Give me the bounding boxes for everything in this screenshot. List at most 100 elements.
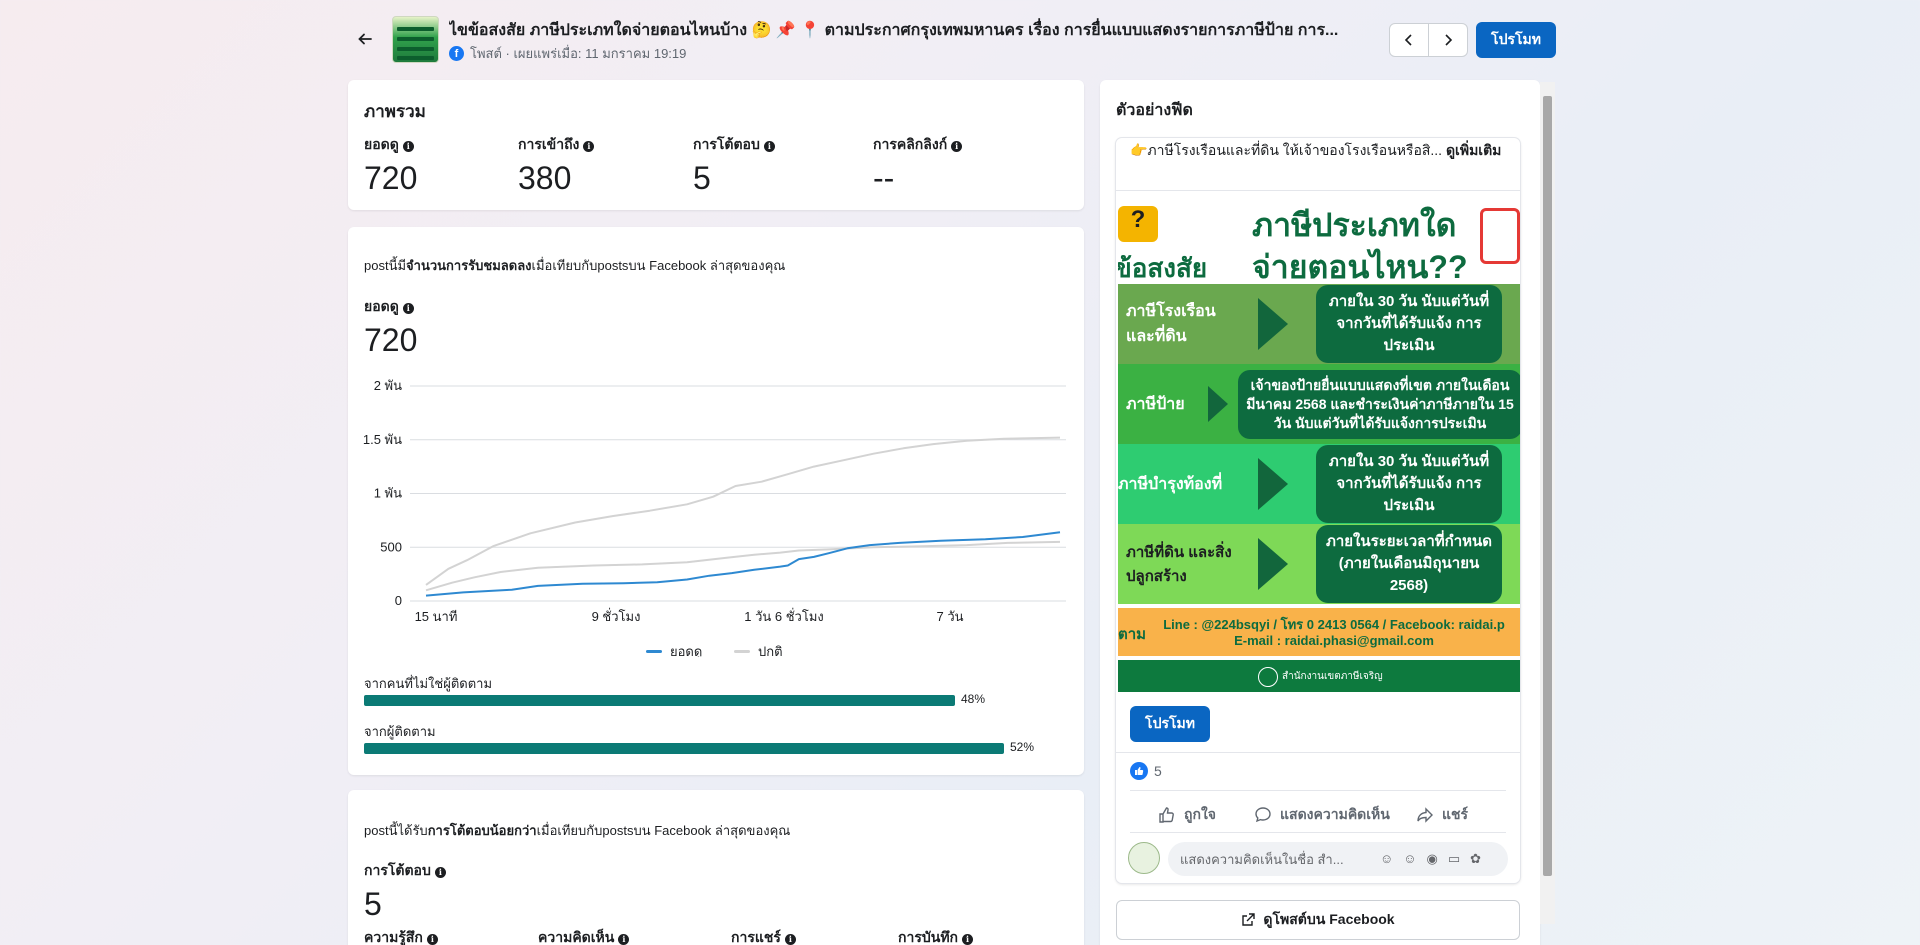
comment-icon bbox=[1255, 807, 1271, 823]
legend-label: ยอดดู bbox=[670, 644, 702, 657]
metric-label: การโต้ตอบ bbox=[693, 136, 760, 152]
poster-row-left: ภาษีบำรุงท้องที่ bbox=[1118, 475, 1223, 493]
metric-value: 5 bbox=[364, 886, 382, 922]
arrow-icon bbox=[1258, 298, 1288, 350]
view-on-facebook-label: ดูโพสต์บน Facebook bbox=[1263, 911, 1395, 927]
info-icon[interactable]: i bbox=[426, 934, 438, 945]
info-icon[interactable]: i bbox=[402, 141, 414, 152]
x-tick-label: 1 วัน 6 ชั่วโมง bbox=[744, 608, 824, 624]
summary-text: postนี้ได้รับ bbox=[364, 823, 428, 838]
sub-metric-label: ความคิดเห็น bbox=[538, 929, 615, 945]
y-tick-label: 1.5 พัน bbox=[363, 432, 402, 447]
info-icon[interactable]: i bbox=[434, 867, 446, 878]
view-on-facebook-button[interactable]: ดูโพสต์บน Facebook bbox=[1116, 900, 1520, 940]
comment-placeholder: แสดงความคิดเห็นในชื่อ สำ... bbox=[1180, 851, 1344, 867]
series-line-typical bbox=[425, 436, 1061, 586]
info-icon[interactable]: i bbox=[402, 303, 414, 314]
share-icon bbox=[1417, 807, 1433, 823]
comment-tool-icons[interactable]: ☺☺◉▭✿ bbox=[1380, 851, 1491, 867]
y-tick-label: 1 พัน bbox=[374, 486, 402, 501]
poster-contact-line1: Line : @224bsqyi / โทร 0 2413 0564 / Fac… bbox=[1163, 617, 1505, 632]
non-follower-label: จากคนที่ไม่ใช่ผู้ติดตาม bbox=[364, 676, 493, 691]
sub-metric-reactions: ความรู้สึก i bbox=[364, 927, 438, 945]
metric-engagement: การโต้ตอบ i 5 bbox=[693, 134, 775, 197]
views-line-chart: 2 พัน 1.5 พัน 1 พัน 500 0 15 นาที 9 ชั่วโมง 1 … bbox=[363, 378, 1066, 657]
sub-metric-comments: ความคิดเห็น i bbox=[538, 927, 630, 945]
poster-contact-left: ตาม bbox=[1118, 626, 1147, 643]
views-card: postนี้มีจำนวนการรับชมลดลงเมื่อเทียบกับp… bbox=[348, 227, 1084, 775]
back-arrow-icon[interactable] bbox=[352, 26, 378, 52]
chart-gridlines bbox=[410, 385, 1066, 602]
chart-x-ticks: 15 นาที 9 ชั่วโมง 1 วัน 6 ชั่วโมง 7 วัน bbox=[415, 608, 964, 624]
metric-value: 720 bbox=[364, 322, 418, 358]
post-image[interactable]: ? ข้อสงสัย ภาษีประเภทใด จ่ายตอนไหน?? ภาษ… bbox=[1118, 192, 1520, 692]
follower-label: จากผู้ติดตาม bbox=[364, 724, 436, 739]
poster-row-left: ภาษีป้าย bbox=[1126, 395, 1185, 413]
overview-card: ภาพรวม ยอดดู i 720 การเข้าถึง i 380 การโต้… bbox=[348, 80, 1084, 210]
summary-highlight: จำนวนการรับชมลดลง bbox=[406, 258, 532, 273]
metric-value: 5 bbox=[693, 160, 711, 196]
poster-contact-band: ตาม Line : @224bsqyi / โทร 0 2413 0564 /… bbox=[1118, 608, 1520, 656]
follower-percent: 52% bbox=[1010, 740, 1035, 754]
poster-row-right: ภายในระยะเวลาที่กำหนด (ภายในเดือนมิถุนาย… bbox=[1316, 525, 1502, 603]
summary-highlight: การโต้ตอบน้อยกว่า bbox=[427, 823, 537, 838]
facebook-icon: f bbox=[449, 46, 464, 61]
chevron-right-icon bbox=[1445, 34, 1453, 46]
arrow-icon bbox=[1208, 386, 1228, 422]
calendar-icon bbox=[1480, 208, 1520, 264]
poster-contact-line2: E-mail : raidai.phasi@gmail.com bbox=[1234, 633, 1434, 648]
metric-link-clicks: การคลิกลิงก์ i -- bbox=[873, 134, 963, 197]
share-button[interactable]: แชร์ bbox=[1416, 804, 1468, 826]
summary-text: เมื่อเทียบกับpostsบน Facebook ล่าสุดของค… bbox=[531, 258, 786, 273]
reaction-summary[interactable]: 5 bbox=[1130, 762, 1162, 780]
views-summary: postนี้มีจำนวนการรับชมลดลงเมื่อเทียบกับp… bbox=[364, 255, 785, 276]
like-button[interactable]: ถูกใจ bbox=[1158, 804, 1216, 826]
post-title: ไขข้อสงสัย ภาษีประเภทใดจ่ายตอนไหนบ้าง 🤔 … bbox=[449, 22, 1339, 39]
info-icon[interactable]: i bbox=[618, 934, 630, 945]
sub-metric-label: การบันทึก bbox=[898, 929, 959, 945]
info-icon[interactable]: i bbox=[951, 141, 963, 152]
summary-text: เมื่อเทียบกับpostsบน Facebook ล่าสุดของค… bbox=[536, 823, 791, 838]
metric-label: การโต้ตอบ bbox=[364, 862, 431, 878]
next-post-button[interactable] bbox=[1428, 23, 1468, 57]
feed-promote-button[interactable]: โปรโมท bbox=[1130, 706, 1210, 742]
chevron-left-icon bbox=[1404, 34, 1412, 46]
info-icon[interactable]: i bbox=[962, 934, 974, 945]
previous-post-button[interactable] bbox=[1389, 23, 1429, 57]
post-thumbnail[interactable] bbox=[392, 16, 439, 63]
poster-row-left: ภาษีที่ดิน และสิ่งปลูกสร้าง bbox=[1126, 544, 1232, 585]
metric-reach: การเข้าถึง i 380 bbox=[518, 134, 595, 197]
sub-metric-shares: การแชร์ i bbox=[731, 927, 796, 945]
engagement-summary: postนี้ได้รับการโต้ตอบน้อยกว่าเมื่อเทียบ… bbox=[364, 820, 790, 841]
info-icon[interactable]: i bbox=[784, 934, 796, 945]
thumbs-up-icon bbox=[1159, 807, 1174, 823]
summary-text: postนี้มี bbox=[364, 258, 407, 273]
info-icon[interactable]: i bbox=[763, 141, 775, 152]
poster-office-name: สำนักงานเขตภาษีเจริญ bbox=[1282, 671, 1383, 682]
external-link-icon bbox=[1242, 913, 1256, 926]
comment-button[interactable]: แสดงความคิดเห็น bbox=[1254, 804, 1390, 826]
metric-label: ยอดดู bbox=[364, 136, 399, 152]
metric-label: ยอดดู bbox=[364, 298, 399, 314]
promote-button[interactable]: โปรโมท bbox=[1476, 22, 1556, 58]
legend-swatch bbox=[646, 650, 662, 653]
post-meta: f โพสต์ · เผยแพร่เมื่อ: 11 มกราคม 19:19 bbox=[449, 43, 686, 64]
feed-scrollbar-thumb[interactable] bbox=[1543, 96, 1552, 876]
metric-value: 720 bbox=[364, 160, 418, 196]
metric-label: การคลิกลิงก์ bbox=[873, 136, 948, 152]
engagement-metric: การโต้ตอบ i 5 bbox=[364, 860, 446, 923]
overview-title: ภาพรวม bbox=[364, 102, 426, 121]
follower-bar bbox=[364, 743, 1004, 754]
post-meta-text: โพสต์ · เผยแพร่เมื่อ: 11 มกราคม 19:19 bbox=[470, 46, 687, 61]
page-avatar[interactable] bbox=[1128, 842, 1160, 874]
legend-swatch bbox=[734, 650, 750, 653]
see-more-link[interactable]: ดูเพิ่มเติม bbox=[1446, 142, 1501, 158]
info-icon[interactable]: i bbox=[583, 141, 595, 152]
arrow-icon bbox=[1258, 458, 1288, 510]
series-line-views bbox=[425, 531, 1061, 597]
poster-row-3: ภาษีบำรุงท้องที่ ภายใน 30 วัน นับแต่วันท… bbox=[1118, 444, 1520, 524]
feed-post-preview: 👉ภาษีโรงเรือนและที่ดิน ให้เจ้าของโรงเรือ… bbox=[1116, 138, 1520, 883]
comment-input[interactable]: แสดงความคิดเห็นในชื่อ สำ... ☺☺◉▭✿ bbox=[1168, 842, 1508, 876]
poster-row-right: ภายใน 30 วัน นับแต่วันที่ จากวันที่ได้รั… bbox=[1316, 445, 1502, 523]
reaction-count: 5 bbox=[1154, 763, 1162, 779]
